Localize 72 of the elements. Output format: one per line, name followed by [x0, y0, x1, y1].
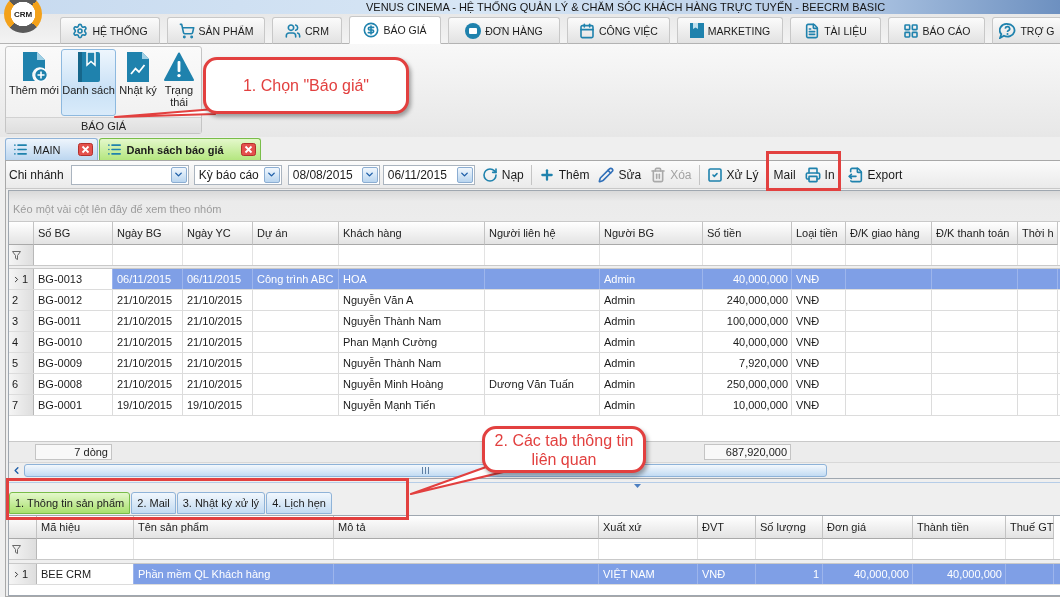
table-cell: Nguyễn Mạnh Tiến: [339, 395, 485, 415]
table-cell: VNĐ: [792, 353, 846, 373]
row-number: 1: [22, 273, 29, 285]
table-cell: Dương Văn Tuấn: [485, 374, 600, 394]
row-number: 2: [12, 294, 19, 306]
table-cell: 21/10/2015: [113, 332, 183, 352]
table-cell: VNĐ: [792, 311, 846, 331]
table-cell: 40,000,000: [913, 564, 1006, 584]
callout-bubble: 1. Chọn "Báo giá": [203, 57, 409, 114]
table-cell: Công trình ABC: [253, 269, 339, 289]
table-cell: Admin: [600, 269, 703, 289]
table-cell: Phan Mạnh Cường: [339, 332, 485, 352]
group-by-panel: Kéo một vài cột lên đây để xem theo nhóm: [9, 191, 1060, 222]
table-cell: VNĐ: [792, 374, 846, 394]
row-number: 5: [12, 357, 19, 369]
table-cell: VIỆT NAM: [599, 564, 698, 584]
table-cell: 100,000,000: [703, 311, 792, 331]
table-cell: 06/11/2015: [113, 269, 183, 289]
table-cell: BG-0008: [34, 374, 113, 394]
table-cell: Nguyễn Minh Hoàng: [339, 374, 485, 394]
table-cell: 19/10/2015: [183, 395, 253, 415]
table-cell: Nguyễn Văn A: [339, 290, 485, 310]
row-number: 1: [22, 568, 29, 580]
table-cell: VNĐ: [792, 395, 846, 415]
ribbon-group-label: BÁO GIÁ: [6, 117, 201, 133]
table-cell: Admin: [600, 311, 703, 331]
table-cell: 21/10/2015: [113, 374, 183, 394]
table-cell: 06/11/2015: [183, 269, 253, 289]
table-cell: BG-0010: [34, 332, 113, 352]
table-cell: BG-0001: [34, 395, 113, 415]
table-cell: BG-0012: [34, 290, 113, 310]
table-cell: Nguyễn Thành Nam: [339, 311, 485, 331]
table-cell: Admin: [600, 353, 703, 373]
table-cell: VNĐ: [792, 332, 846, 352]
table-cell: 10,000,000: [703, 395, 792, 415]
table-cell: Admin: [600, 395, 703, 415]
table-cell: 7,920,000: [703, 353, 792, 373]
table-cell: 21/10/2015: [183, 311, 253, 331]
table-cell: 21/10/2015: [113, 311, 183, 331]
table-cell: VNĐ: [792, 290, 846, 310]
table-cell: 21/10/2015: [183, 332, 253, 352]
row-number: 6: [12, 378, 19, 390]
table-cell: BG-0011: [34, 311, 113, 331]
row-number: 4: [12, 336, 19, 348]
table-cell: 240,000,000: [703, 290, 792, 310]
table-cell: Phần mềm QL Khách hàng: [134, 564, 334, 584]
table-cell: 21/10/2015: [113, 353, 183, 373]
table-cell: BG-0009: [34, 353, 113, 373]
table-cell: 19/10/2015: [113, 395, 183, 415]
table-cell: Nguyễn Thành Nam: [339, 353, 485, 373]
row-number: 7: [12, 399, 19, 411]
table-cell: Admin: [600, 332, 703, 352]
table-cell: VNĐ: [792, 269, 846, 289]
table-cell: 21/10/2015: [113, 290, 183, 310]
table-cell: BEE CRM: [37, 564, 134, 584]
table-cell: 21/10/2015: [183, 374, 253, 394]
table-cell: 21/10/2015: [183, 290, 253, 310]
table-cell: 40,000,000: [703, 332, 792, 352]
table-cell: BG-0013: [34, 269, 113, 289]
table-cell: Admin: [600, 374, 703, 394]
table-cell: 21/10/2015: [183, 353, 253, 373]
field-label: Chi nhánh: [9, 167, 64, 182]
table-cell: HOA: [339, 269, 485, 289]
table-cell: Admin: [600, 290, 703, 310]
table-cell: 1: [756, 564, 823, 584]
table-cell: VNĐ: [698, 564, 756, 584]
table-cell: 250,000,000: [703, 374, 792, 394]
table-cell: 40,000,000: [703, 269, 792, 289]
summary-cell: 687,920,000: [704, 444, 791, 460]
summary-cell: 7 dòng: [35, 444, 112, 460]
row-number: 3: [12, 315, 19, 327]
table-cell: 40,000,000: [823, 564, 913, 584]
